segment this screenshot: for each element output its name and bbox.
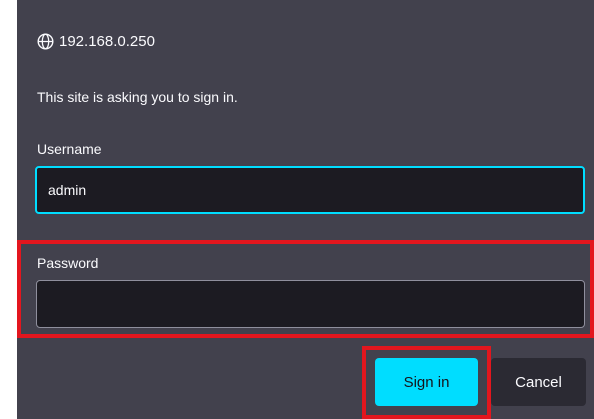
password-input[interactable] [36, 280, 585, 328]
sign-in-message: This site is asking you to sign in. [37, 89, 238, 105]
auth-dialog: 192.168.0.250 This site is asking you to… [17, 0, 594, 419]
username-label: Username [37, 141, 102, 157]
username-input[interactable] [35, 166, 585, 214]
password-label: Password [37, 255, 99, 271]
site-origin-text: 192.168.0.250 [59, 33, 155, 50]
sign-in-button[interactable]: Sign in [375, 358, 478, 406]
globe-icon [37, 33, 54, 50]
site-origin: 192.168.0.250 [37, 33, 155, 50]
cancel-button[interactable]: Cancel [491, 358, 586, 406]
